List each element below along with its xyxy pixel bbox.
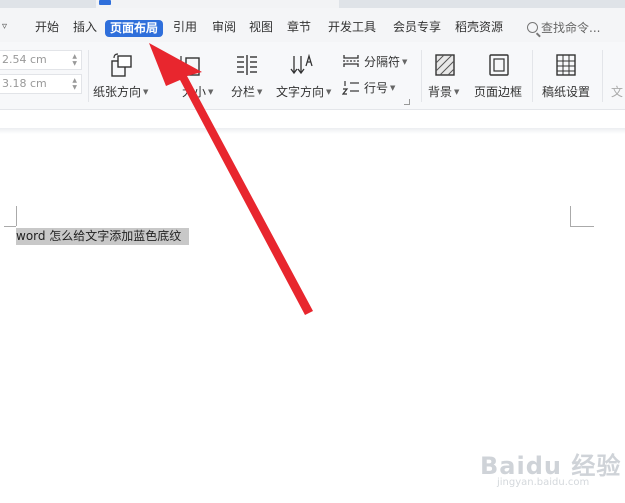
baidu-watermark-url: jingyan.baidu.com	[497, 477, 590, 488]
baidu-watermark: Baidu 经验	[480, 452, 622, 480]
red-pointer-arrow	[149, 43, 313, 315]
